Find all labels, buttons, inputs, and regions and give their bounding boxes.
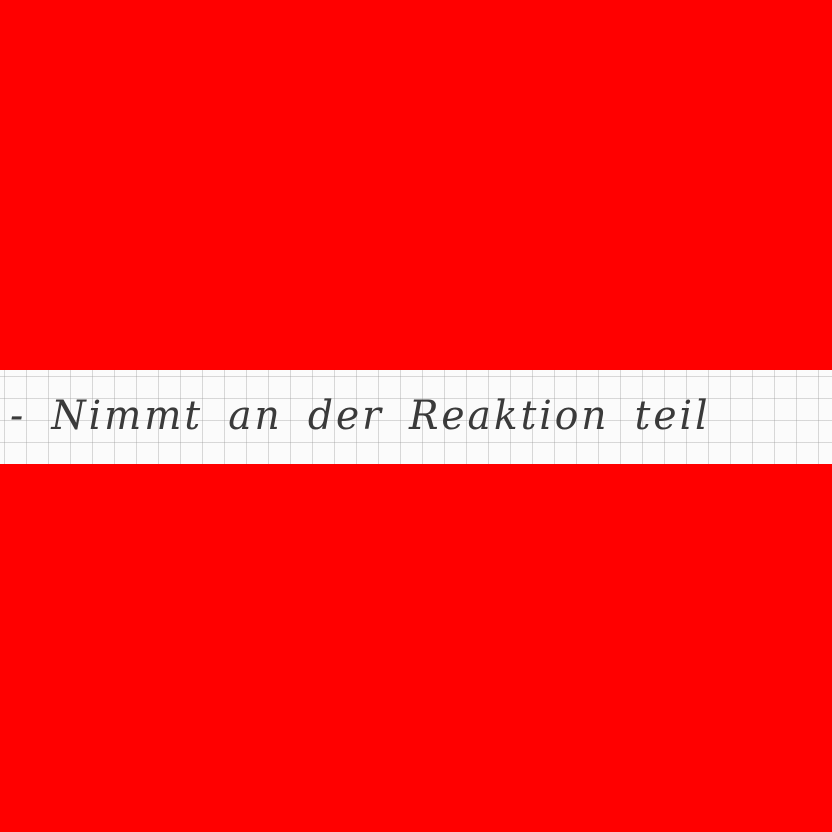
grid-paper-strip: - Nimmt an der Reaktion teil	[0, 370, 832, 464]
handwritten-note: - Nimmt an der Reaktion teil	[10, 393, 711, 439]
page-background: - Nimmt an der Reaktion teil	[0, 0, 832, 832]
